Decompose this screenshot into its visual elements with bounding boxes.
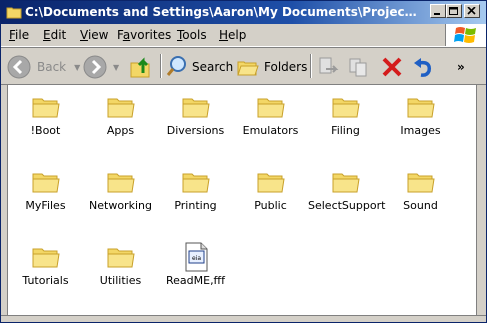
delete-button[interactable] — [380, 54, 404, 80]
folder-icon — [182, 173, 210, 193]
menu-tools[interactable]: Tools — [177, 28, 207, 42]
explorer-window: C:\Documents and Settings\Aaron\My Docum… — [0, 0, 487, 323]
folder-item[interactable]: Diversions — [158, 85, 233, 155]
copy-to-icon — [349, 58, 367, 77]
back-label: Back — [37, 60, 67, 74]
window-title: C:\Documents and Settings\Aaron\My Docum… — [25, 5, 419, 19]
folder-item[interactable]: Printing — [158, 160, 233, 230]
file-name: Printing — [174, 199, 217, 212]
file-name: !Boot — [30, 124, 61, 137]
move-to-icon — [319, 57, 339, 74]
folder-item[interactable]: MyFiles — [8, 160, 83, 230]
file-name: Networking — [89, 199, 152, 212]
close-button[interactable] — [464, 4, 480, 18]
folder-item[interactable]: Public — [233, 160, 308, 230]
file-name: Emulators — [242, 124, 299, 137]
undo-icon — [414, 58, 432, 77]
menu-bar: File Edit View Favorites Tools Help — [1, 24, 486, 47]
file-name: Tutorials — [22, 274, 69, 287]
folder-item[interactable]: Sound — [383, 160, 458, 230]
folder-icon — [332, 98, 360, 118]
toolbar: Back ▼ ▼ Search Folders » — [1, 47, 486, 85]
folder-icon — [6, 7, 22, 19]
copy-to-button[interactable] — [347, 54, 371, 80]
folder-icon — [407, 173, 435, 193]
file-name: Sound — [403, 199, 438, 212]
file-list-view[interactable]: !Boot Apps Diversions Emulators Filing I… — [7, 84, 477, 316]
menu-edit[interactable]: Edit — [43, 28, 66, 42]
toolbar-separator — [310, 54, 312, 78]
folder-icon — [32, 98, 60, 118]
toolbar-separator — [160, 54, 162, 78]
folder-item[interactable]: !Boot — [8, 85, 83, 155]
move-to-button[interactable] — [316, 54, 340, 80]
forward-dropdown-icon[interactable]: ▼ — [113, 63, 119, 72]
menu-view[interactable]: View — [80, 28, 108, 42]
file-name: Diversions — [166, 124, 225, 137]
forward-button[interactable]: ▼ — [83, 54, 119, 80]
delete-icon — [382, 57, 402, 77]
undo-button[interactable] — [411, 54, 435, 80]
back-button[interactable]: Back ▼ — [7, 54, 80, 80]
folder-icon — [257, 98, 285, 118]
menu-favorites[interactable]: Favorites — [117, 28, 171, 42]
search-icon — [166, 56, 186, 76]
file-name: Images — [400, 124, 441, 137]
folders-label: Folders — [264, 60, 308, 74]
back-dropdown-icon[interactable]: ▼ — [74, 63, 80, 72]
folder-item[interactable]: Utilities — [83, 235, 158, 305]
folder-icon — [107, 173, 135, 193]
folder-item[interactable]: Networking — [83, 160, 158, 230]
up-folder-icon — [130, 57, 150, 78]
file-name: SelectSupport — [308, 199, 386, 212]
document-glyph: eia — [191, 255, 200, 262]
search-label: Search — [192, 60, 234, 74]
folder-icon — [107, 98, 135, 118]
folder-item[interactable]: SelectSupport — [308, 160, 386, 230]
document-item[interactable]: eia ReadME,fff — [158, 235, 233, 305]
file-grid: !Boot Apps Diversions Emulators Filing I… — [8, 85, 476, 315]
document-icon: eia — [185, 242, 207, 272]
folder-icon — [32, 248, 60, 268]
file-name: Filing — [331, 124, 360, 137]
file-name: ReadME,fff — [165, 274, 226, 287]
maximize-button[interactable] — [446, 4, 462, 18]
forward-arrow-icon — [83, 55, 107, 79]
close-icon — [467, 7, 476, 15]
windows-logo — [445, 24, 486, 46]
folder-item[interactable]: Images — [383, 85, 458, 155]
folder-icon — [257, 173, 285, 193]
folder-icon — [107, 248, 135, 268]
folder-item[interactable]: Filing — [308, 85, 383, 155]
folder-icon — [332, 173, 360, 193]
file-name: Public — [254, 199, 287, 212]
file-name: Apps — [106, 124, 135, 137]
folder-icon — [32, 173, 60, 193]
back-arrow-icon — [7, 55, 31, 79]
folder-icon — [182, 98, 210, 118]
folder-item[interactable]: Apps — [83, 85, 158, 155]
windows-flag-icon — [454, 27, 476, 43]
file-name: MyFiles — [25, 199, 66, 212]
folder-item[interactable]: Tutorials — [8, 235, 83, 305]
toolbar-overflow-button[interactable]: » — [457, 54, 465, 80]
menu-file[interactable]: File — [9, 28, 29, 42]
minimize-icon — [434, 13, 440, 15]
minimize-button[interactable] — [430, 4, 446, 18]
maximize-icon — [449, 7, 458, 15]
folder-item[interactable]: Emulators — [233, 85, 308, 155]
status-strip — [1, 315, 486, 322]
folder-icon — [407, 98, 435, 118]
folders-button[interactable]: Folders — [236, 54, 307, 80]
folders-icon — [237, 61, 259, 76]
file-name: Utilities — [99, 274, 142, 287]
search-button[interactable]: Search — [165, 54, 233, 80]
up-folder-button[interactable] — [129, 54, 155, 80]
title-bar[interactable]: C:\Documents and Settings\Aaron\My Docum… — [1, 1, 486, 24]
menu-help[interactable]: Help — [219, 28, 246, 42]
